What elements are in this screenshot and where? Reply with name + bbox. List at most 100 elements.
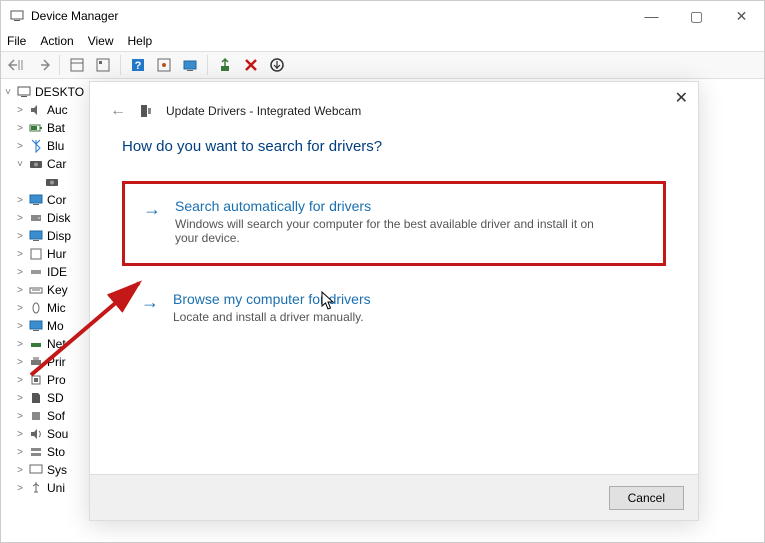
tree-item[interactable]: >SD [3,389,89,407]
tree-item[interactable]: >IDE [3,263,89,281]
tree-item-label: Disp [47,229,71,243]
chevron-icon: > [15,447,25,458]
tree-item[interactable]: > Pro [3,371,89,389]
ide-icon [28,264,44,280]
system-icon [28,462,44,478]
tree-item[interactable]: >Cor [3,191,89,209]
chevron-icon: > [15,285,25,296]
show-hidden-button[interactable] [66,54,88,76]
tree-item[interactable]: >Blu [3,137,89,155]
scan-button[interactable] [179,54,201,76]
action-button[interactable] [153,54,175,76]
arrow-right-icon: → [141,293,159,324]
disk-icon [28,210,44,226]
update-driver-button[interactable] [214,54,236,76]
chevron-icon: > [15,249,25,260]
menubar: File Action View Help [1,31,764,51]
option-desc: Locate and install a driver manually. [173,310,371,324]
titlebar: Device Manager — ▢ ✕ [1,1,764,31]
close-button[interactable]: ✕ [719,1,764,31]
tree-item[interactable]: > Disp [3,227,89,245]
update-drivers-dialog: ✕ ← Update Drivers - Integrated Webcam H… [89,81,699,521]
keyboard-icon [28,282,44,298]
tree-item[interactable]: > Hur [3,245,89,263]
nav-forward-button[interactable] [31,54,53,76]
chevron-icon: > [15,483,25,494]
tree-item[interactable]: >Prir [3,353,89,371]
tree-item[interactable]: >Net [3,335,89,353]
uninstall-button[interactable] [240,54,262,76]
window-buttons: — ▢ ✕ [629,1,764,31]
cancel-button[interactable]: Cancel [609,486,684,510]
monitor-icon [28,192,44,208]
tree-item-label: Disk [47,211,70,225]
tree-item-label: Prir [47,355,66,369]
tree-root[interactable]: ˅ DESKTO [3,83,89,101]
chevron-icon: > [15,375,25,386]
tree-item-label: Mic [47,301,66,315]
tree-item[interactable]: >Mic [3,299,89,317]
option-search-automatically[interactable]: → Search automatically for drivers Windo… [122,181,666,266]
toolbar: ? [1,51,764,79]
chevron-icon: > [15,321,25,332]
back-arrow-icon[interactable]: ← [110,102,126,120]
toolbar-separator [207,55,208,75]
menu-help[interactable]: Help [128,34,153,48]
menu-action[interactable]: Action [40,34,73,48]
tree-item[interactable]: >Key [3,281,89,299]
option-desc: Windows will search your computer for th… [175,217,605,245]
option-browse-computer[interactable]: → Browse my computer for drivers Locate … [122,284,666,331]
chevron-icon: > [15,429,25,440]
maximize-button[interactable]: ▢ [674,1,719,31]
properties-button[interactable] [92,54,114,76]
usb-icon [28,480,44,496]
tree-item[interactable]: >Sou [3,425,89,443]
tree-item[interactable]: ˅Car [3,155,89,173]
help-button[interactable]: ? [127,54,149,76]
tree-item[interactable]: >Disk [3,209,89,227]
tree-item-label: Mo [47,319,64,333]
sound-icon [28,426,44,442]
tree-item[interactable]: > Mo [3,317,89,335]
tree-item[interactable]: >Sys [3,461,89,479]
nav-back-button[interactable] [5,54,27,76]
minimize-button[interactable]: — [629,1,674,31]
printer-icon [28,354,44,370]
chevron-icon: > [15,393,25,404]
tree-item[interactable]: >Auc [3,101,89,119]
bluetooth-icon [28,138,44,154]
tree-subitem[interactable] [3,173,89,191]
tree-item-label: Pro [47,373,66,387]
mouse-icon [28,300,44,316]
option-content: Browse my computer for drivers Locate an… [173,291,371,324]
network-icon [28,336,44,352]
tree-item[interactable]: > Uni [3,479,89,497]
tree-item[interactable]: >Sof [3,407,89,425]
chevron-icon: > [15,465,25,476]
tree-root-label: DESKTO [35,85,84,99]
chevron-icon: > [15,231,25,242]
dialog-close-button[interactable]: ✕ [675,88,688,108]
tree-item-label: Uni [47,481,65,495]
disable-button[interactable] [266,54,288,76]
chevron-down-icon: ˅ [3,87,13,98]
menu-view[interactable]: View [88,34,114,48]
driver-icon [138,103,154,119]
dialog-body: How do you want to search for drivers? →… [90,130,698,331]
tree-item[interactable]: > Sto [3,443,89,461]
toolbar-separator [120,55,121,75]
tree-item-label: Sto [47,445,65,459]
tree-item-label: Sof [47,409,65,423]
tree-item[interactable]: >Bat [3,119,89,137]
device-tree[interactable]: ˅ DESKTO >Auc>Bat>Blu˅Car>Cor>Disk>Disp>… [1,79,91,542]
option-title: Search automatically for drivers [175,198,605,214]
chevron-icon: > [15,141,25,152]
tree-item-label: Bat [47,121,65,135]
tree-item-label: Hur [47,247,66,261]
sd-icon [28,390,44,406]
camera-icon [44,174,60,190]
option-title: Browse my computer for drivers [173,291,371,307]
menu-file[interactable]: File [7,34,26,48]
camera-icon [28,156,44,172]
storage-icon [28,444,44,460]
